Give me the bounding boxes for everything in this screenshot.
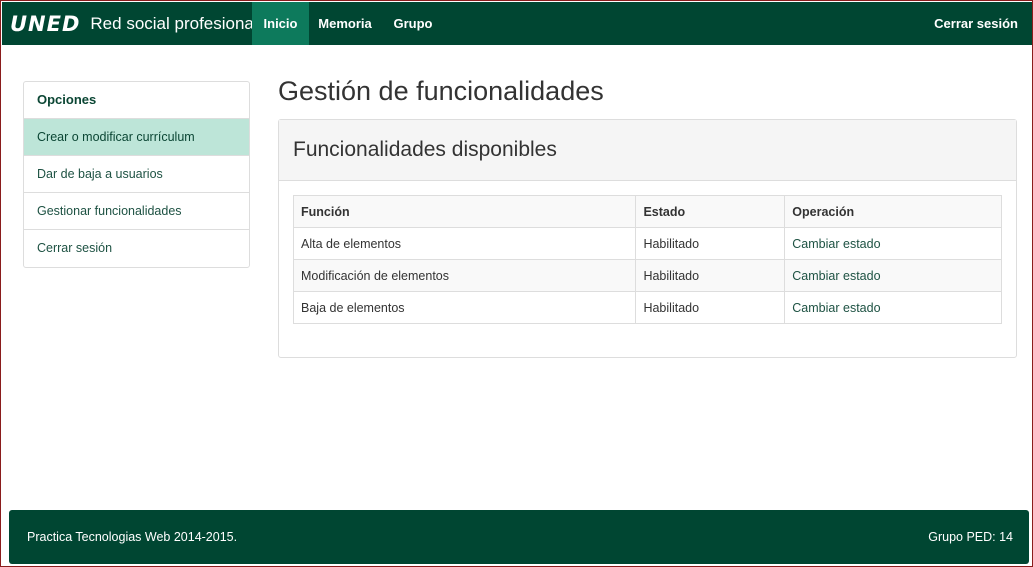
sidebar-item-funcionalidades[interactable]: Gestionar funcionalidades (24, 193, 249, 230)
nav-inicio[interactable]: Inicio (252, 2, 309, 45)
footer-course: Practica Tecnologias Web 2014-2015. (27, 530, 238, 544)
cell-operacion: Cambiar estado (784, 227, 1002, 260)
table-row: Baja de elementos Habilitado Cambiar est… (292, 291, 1002, 324)
site-title[interactable]: Red social profesional (90, 14, 257, 34)
brand[interactable]: UNED Red social profesional (10, 2, 258, 45)
cell-estado: Habilitado (635, 291, 786, 324)
table-header-row: Función Estado Operación (292, 195, 1002, 228)
uned-logo[interactable]: UNED (10, 12, 80, 36)
sidebar-heading: Opciones (24, 82, 249, 119)
cell-estado: Habilitado (635, 259, 786, 292)
cambiar-estado-link[interactable]: Cambiar estado (792, 269, 880, 283)
page-title: Gestión de funcionalidades (278, 76, 604, 106)
sidebar-options: Opciones Crear o modificar currículum Da… (23, 81, 250, 268)
cambiar-estado-link[interactable]: Cambiar estado (792, 301, 880, 315)
sidebar-item-cerrar-sesion[interactable]: Cerrar sesión (24, 230, 249, 267)
top-navbar: UNED Red social profesional Inicio Memor… (2, 2, 1032, 45)
header-funcion: Función (292, 195, 637, 228)
functionalities-table: Función Estado Operación Alta de element… (292, 195, 1002, 324)
cell-funcion: Modificación de elementos (292, 259, 637, 292)
nav-memoria[interactable]: Memoria (314, 2, 376, 45)
cell-funcion: Alta de elementos (292, 227, 637, 260)
footer: Practica Tecnologias Web 2014-2015. Grup… (9, 510, 1029, 564)
table-row: Modificación de elementos Habilitado Cam… (292, 259, 1002, 292)
sidebar-item-baja-usuarios[interactable]: Dar de baja a usuarios (24, 156, 249, 193)
footer-group: Grupo PED: 14 (928, 530, 1013, 544)
header-estado: Estado (635, 195, 786, 228)
logout-link[interactable]: Cerrar sesión (934, 2, 1018, 45)
sidebar-item-curriculum[interactable]: Crear o modificar currículum (24, 119, 249, 156)
cell-operacion: Cambiar estado (784, 259, 1002, 292)
nav-grupo[interactable]: Grupo (387, 2, 439, 45)
panel-title: Funcionalidades disponibles (279, 120, 1016, 181)
cell-operacion: Cambiar estado (784, 291, 1002, 324)
table-row: Alta de elementos Habilitado Cambiar est… (292, 227, 1002, 260)
cell-funcion: Baja de elementos (292, 291, 637, 324)
cambiar-estado-link[interactable]: Cambiar estado (792, 237, 880, 251)
header-operacion: Operación (784, 195, 1002, 228)
functionalities-panel: Funcionalidades disponibles Función Esta… (278, 119, 1017, 358)
cell-estado: Habilitado (635, 227, 786, 260)
